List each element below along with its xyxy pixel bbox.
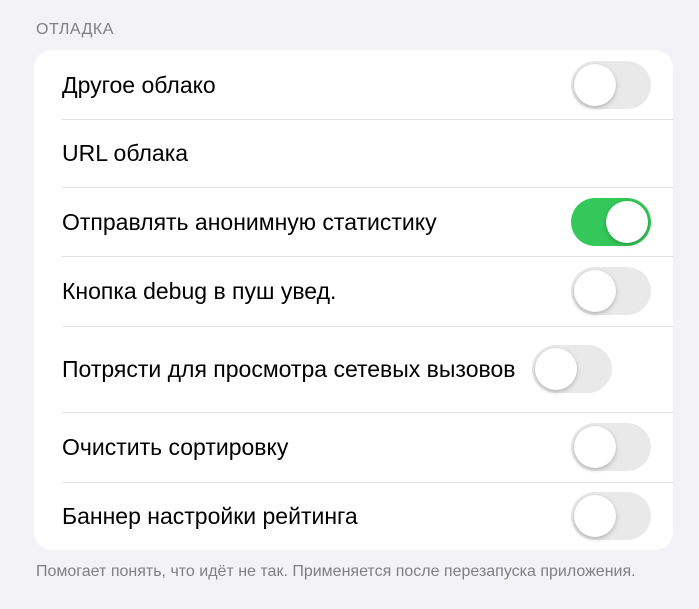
toggle-knob [574, 495, 616, 537]
row-cloud-url[interactable]: URL облака [34, 119, 673, 187]
toggle-knob [535, 348, 577, 390]
toggle-knob [574, 270, 616, 312]
toggle-knob [574, 426, 616, 468]
row-shake-network-calls: Потрясти для просмотра сетевых вызовов [34, 326, 673, 412]
other-cloud-toggle[interactable] [571, 60, 651, 109]
row-rating-banner: Баннер настройки рейтинга [34, 482, 673, 550]
shake-network-toggle[interactable] [532, 345, 612, 393]
rating-banner-toggle[interactable] [571, 492, 651, 540]
row-debug-push-button: Кнопка debug в пуш увед. [34, 256, 673, 326]
row-other-cloud: Другое облако [34, 50, 673, 119]
row-label: Другое облако [62, 71, 216, 98]
row-label: Отправлять анонимную статистику [62, 208, 437, 235]
row-label: Кнопка debug в пуш увед. [62, 278, 337, 304]
row-label: Потрясти для просмотра сетевых вызовов [62, 356, 516, 382]
row-anonymous-stats: Отправлять анонимную статистику [34, 187, 673, 256]
clear-sorting-toggle[interactable] [571, 423, 651, 471]
debug-push-toggle[interactable] [571, 267, 651, 315]
debug-settings-card: Другое облако URL облака Отправлять анон… [34, 50, 673, 550]
row-clear-sorting: Очистить сортировку [34, 412, 673, 482]
section-footer: Помогает понять, что идёт не так. Примен… [36, 563, 636, 580]
row-label: Очистить сортировку [62, 434, 289, 460]
toggle-knob [606, 200, 648, 243]
toggle-knob [574, 63, 616, 106]
row-label: URL облака [62, 140, 189, 166]
anonymous-stats-toggle[interactable] [571, 197, 651, 246]
row-label: Баннер настройки рейтинга [62, 503, 358, 529]
section-header: ОТЛАДКА [36, 21, 114, 38]
